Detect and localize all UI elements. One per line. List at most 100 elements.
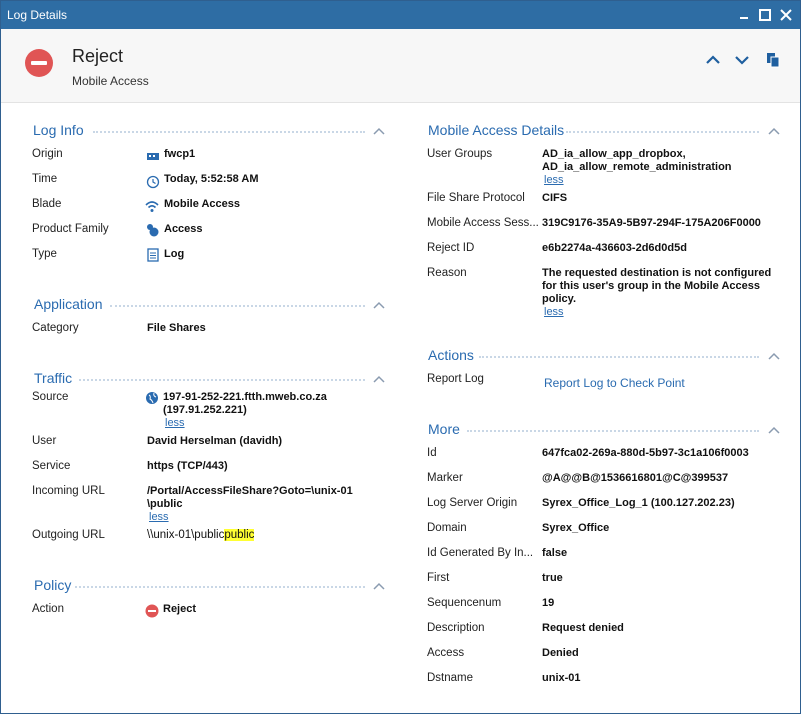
report-log-link[interactable]: Report Log to Check Point — [544, 376, 685, 390]
first-label: First — [427, 572, 450, 584]
collapse-policy-icon[interactable] — [373, 580, 385, 592]
log-blade-subtitle: Mobile Access — [72, 74, 149, 88]
reason-label: Reason — [427, 267, 467, 279]
source-label: Source — [32, 391, 69, 403]
user-value: David Herselman (davidh) — [147, 435, 283, 447]
close-icon[interactable] — [776, 5, 796, 25]
section-mobile-access-title: Mobile Access Details — [428, 122, 565, 138]
section-traffic-title: Traffic — [34, 370, 73, 386]
service-label: Service — [32, 460, 71, 472]
collapse-application-icon[interactable] — [373, 299, 385, 311]
type-label: Type — [32, 248, 57, 260]
collapse-actions-icon[interactable] — [768, 350, 780, 362]
id-label: Id — [427, 447, 437, 459]
domain-value: Syrex_Office — [542, 522, 610, 534]
outgoing-url-value: \\unix-01\publicpublic — [147, 529, 255, 541]
clock-icon — [146, 175, 160, 189]
product-family-value: Access — [164, 223, 203, 235]
incoming-url-less-link[interactable]: less — [149, 511, 169, 523]
category-label: Category — [32, 322, 79, 334]
origin-value: fwcp1 — [164, 148, 196, 160]
user-label: User — [32, 435, 57, 447]
file-share-protocol-value: CIFS — [542, 192, 568, 204]
blade-label: Blade — [32, 198, 62, 210]
section-policy-title: Policy — [34, 577, 72, 593]
file-share-protocol-label: File Share Protocol — [427, 192, 525, 204]
section-more-title: More — [428, 421, 460, 437]
copy-icon — [767, 53, 780, 68]
window-title: Log Details — [7, 8, 68, 22]
reject-small-icon — [145, 604, 159, 618]
wifi-icon — [145, 201, 159, 212]
previous-log-button[interactable] — [704, 51, 722, 69]
reject-icon — [25, 49, 53, 77]
outgoing-url-text: \\unix-01\public — [147, 529, 225, 541]
id-generated-value: false — [542, 547, 568, 559]
reject-id-value: e6b2274a-436603-2d6d0d5d — [542, 242, 687, 254]
user-groups-label: User Groups — [427, 148, 493, 160]
copy-button[interactable] — [764, 51, 782, 69]
section-divider — [110, 305, 365, 307]
marker-label: Marker — [427, 472, 463, 484]
title-bar[interactable]: Log Details — [1, 1, 800, 29]
section-divider — [566, 131, 759, 133]
user-groups-less-link[interactable]: less — [544, 174, 564, 186]
section-divider — [75, 586, 365, 588]
product-family-label: Product Family — [32, 223, 109, 235]
dstname-label: Dstname — [427, 672, 474, 684]
chevron-up-icon — [706, 55, 720, 64]
dstname-value: unix-01 — [542, 672, 581, 684]
description-label: Description — [427, 622, 485, 634]
gateway-icon — [147, 153, 159, 160]
sequencenum-label: Sequencenum — [427, 597, 502, 609]
origin-label: Origin — [32, 148, 63, 160]
reject-id-label: Reject ID — [427, 242, 475, 254]
source-less-link[interactable]: less — [165, 417, 185, 429]
reason-value-line2: for this user's group in the Mobile Acce… — [542, 280, 760, 292]
log-header: Reject Mobile Access — [1, 29, 800, 103]
log-server-origin-value: Syrex_Office_Log_1 (100.127.202.23) — [542, 497, 735, 509]
user-groups-value-line2: AD_ia_allow_remote_administration — [542, 161, 732, 173]
chevron-down-icon — [735, 56, 749, 65]
first-value: true — [542, 572, 563, 584]
section-divider — [79, 379, 365, 381]
session-value: 319C9176-35A9-5B97-294F-175A206F0000 — [542, 217, 761, 229]
domain-label: Domain — [427, 522, 467, 534]
category-value: File Shares — [147, 322, 206, 334]
description-value: Request denied — [542, 622, 624, 634]
section-application-title: Application — [34, 296, 103, 312]
time-value: Today, 5:52:58 AM — [164, 173, 259, 185]
collapse-log-info-icon[interactable] — [373, 125, 385, 137]
marker-value: @A@@B@1536616801@C@399537 — [542, 472, 729, 484]
time-label: Time — [32, 173, 58, 185]
action-label: Action — [32, 603, 64, 615]
reason-value-line1: The requested destination is not configu… — [542, 267, 772, 279]
action-value: Reject — [163, 603, 197, 615]
user-groups-value-line1: AD_ia_allow_app_dropbox, — [542, 148, 686, 160]
collapse-traffic-icon[interactable] — [373, 373, 385, 385]
incoming-url-label: Incoming URL — [32, 485, 105, 497]
minimize-icon[interactable] — [734, 5, 754, 25]
blade-value: Mobile Access — [164, 198, 241, 210]
outgoing-url-label: Outgoing URL — [32, 529, 105, 541]
reason-less-link[interactable]: less — [544, 306, 564, 318]
reason-value-line3: policy. — [542, 293, 577, 305]
service-value: https (TCP/443) — [147, 460, 228, 472]
log-details-window: Log Details Reject Mobile Access Log Inf… — [0, 0, 801, 714]
report-log-label: Report Log — [427, 373, 484, 385]
collapse-more-icon[interactable] — [768, 424, 780, 436]
incoming-url-value-line1: /Portal/AccessFileShare?Goto=\unix-01 — [147, 485, 353, 497]
incoming-url-value-line2: \public — [147, 498, 183, 510]
maximize-icon[interactable] — [755, 5, 775, 25]
collapse-mobile-access-icon[interactable] — [768, 125, 780, 137]
outgoing-url-highlight: public — [224, 529, 255, 541]
next-log-button[interactable] — [733, 51, 751, 69]
log-action-title: Reject — [72, 46, 124, 66]
type-value: Log — [164, 248, 185, 260]
id-generated-label: Id Generated By In... — [427, 547, 534, 559]
sequencenum-value: 19 — [542, 597, 555, 609]
source-hostname: 197-91-252-221.ftth.mweb.co.za — [163, 391, 327, 403]
access-icon — [147, 224, 159, 237]
section-divider — [467, 430, 759, 432]
log-server-origin-label: Log Server Origin — [427, 497, 518, 509]
